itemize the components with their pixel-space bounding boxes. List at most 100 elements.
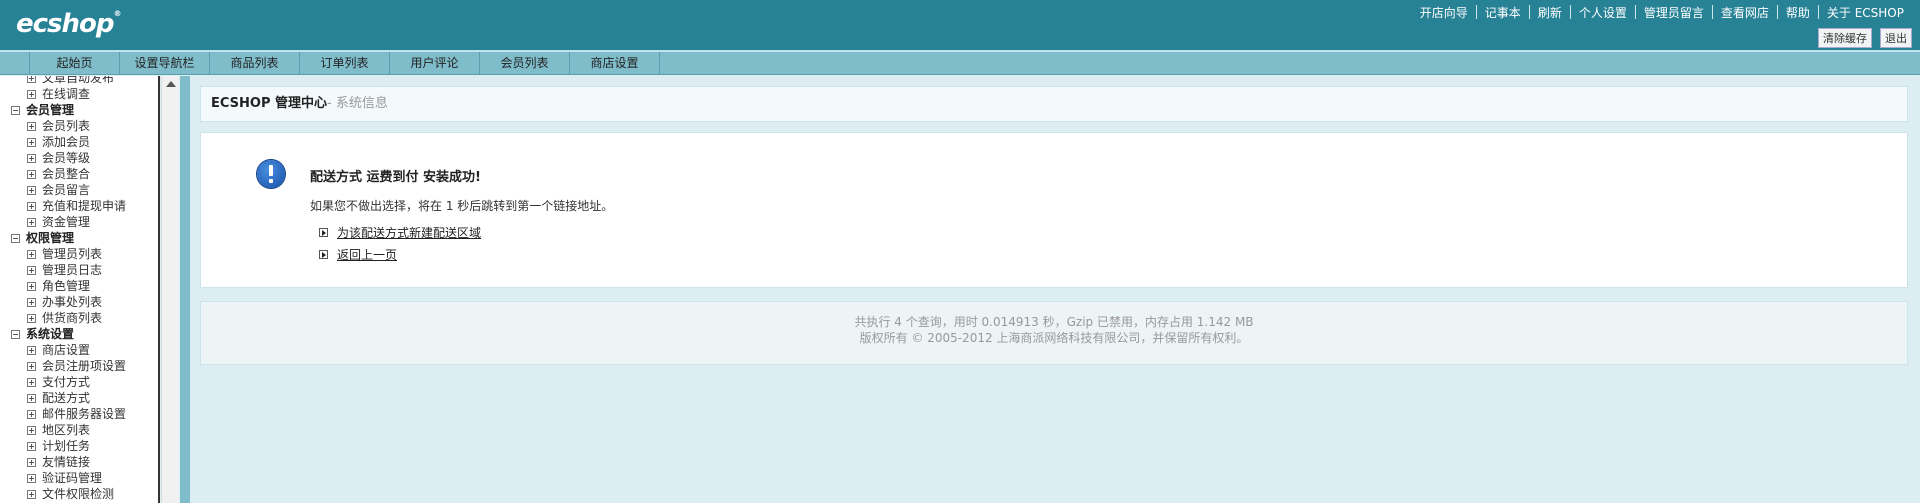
- sidebar-menu: 文章自动发布在线调查会员管理会员列表添加会员会员等级会员整合会员留言 充值和提现申…: [0, 76, 160, 502]
- nav-bar: 起始页 设置导航栏 商品列表 订单列表 用户评论 会员列表 商店设置: [0, 52, 1920, 75]
- tab-order-list[interactable]: 订单列表: [300, 52, 390, 75]
- expand-icon: [27, 201, 36, 211]
- top-link-view-shop[interactable]: 查看网店: [1713, 4, 1777, 21]
- sidebar-item-label: 管理员日志: [42, 263, 103, 277]
- sidebar-scrollbar[interactable]: [161, 76, 179, 503]
- sidebar-item[interactable]: 管理员列表: [0, 246, 160, 262]
- sidebar-item[interactable]: 办事处列表: [0, 294, 160, 310]
- sidebar-item[interactable]: 管理员日志: [0, 262, 160, 278]
- sidebar-group[interactable]: 权限管理: [0, 230, 160, 246]
- sidebar-item-label: 在线调查: [42, 87, 91, 101]
- sidebar-item[interactable]: 添加会员: [0, 134, 160, 150]
- sidebar-item-label: 验证码管理: [42, 471, 103, 485]
- sidebar-item[interactable]: 支付方式: [0, 374, 160, 390]
- page-title: ECSHOP 管理中心: [211, 96, 328, 111]
- expand-icon: [27, 121, 36, 131]
- top-link-help[interactable]: 帮助: [1778, 4, 1818, 21]
- message-links: 为该配送方式新建配送区域 返回上一页: [319, 221, 481, 265]
- collapse-icon: [11, 233, 20, 243]
- tab-shop-settings[interactable]: 商店设置: [570, 52, 660, 75]
- expand-icon: [27, 217, 36, 227]
- top-link-about[interactable]: 关于 ECSHOP: [1819, 4, 1912, 21]
- expand-icon: [27, 281, 36, 291]
- sidebar-item-label: 管理员列表: [42, 247, 103, 261]
- sidebar-item[interactable]: 商店设置: [0, 342, 160, 358]
- sidebar-item-label: 会员留言: [42, 183, 91, 197]
- collapse-icon: [11, 105, 20, 115]
- logo-text: ecshop: [16, 9, 115, 39]
- expand-icon: [27, 473, 36, 483]
- top-link-shop-wizard[interactable]: 开店向导: [1412, 4, 1476, 21]
- tab-user-comments[interactable]: 用户评论: [390, 52, 480, 75]
- info-exclamation-icon: [257, 160, 285, 188]
- go-back-link[interactable]: 返回上一页: [337, 246, 397, 263]
- sidebar-item-label: 办事处列表: [42, 295, 103, 309]
- scroll-up-arrow-icon[interactable]: [166, 81, 176, 87]
- sidebar-item-label: 角色管理: [42, 279, 91, 293]
- sidebar-item[interactable]: 充值和提现申请: [0, 198, 160, 214]
- sidebar-item[interactable]: 会员留言: [0, 182, 160, 198]
- message-text: 如果您不做出选择，将在 1 秒后跳转到第一个链接地址。: [310, 199, 614, 213]
- tab-start-page[interactable]: 起始页: [30, 52, 120, 75]
- sidebar-item-label: 会员管理: [26, 103, 75, 117]
- tab-member-list[interactable]: 会员列表: [480, 52, 570, 75]
- sidebar-item-label: 会员列表: [42, 119, 91, 133]
- expand-icon: [27, 185, 36, 195]
- expand-icon: [27, 153, 36, 163]
- sidebar-item[interactable]: 角色管理: [0, 278, 160, 294]
- list-item: 为该配送方式新建配送区域: [319, 221, 481, 243]
- sidebar-item[interactable]: 会员整合: [0, 166, 160, 182]
- sidebar-item[interactable]: 会员注册项设置: [0, 358, 160, 374]
- sidebar-item[interactable]: 供货商列表: [0, 310, 160, 326]
- footer-stats: 共执行 4 个查询，用时 0.014913 秒，Gzip 已禁用，内存占用 1.…: [854, 315, 1254, 329]
- sidebar-item[interactable]: 配送方式: [0, 390, 160, 406]
- top-link-admin-message[interactable]: 管理员留言: [1636, 4, 1712, 21]
- sidebar-item[interactable]: 在线调查: [0, 86, 160, 102]
- tab-goods-list[interactable]: 商品列表: [210, 52, 300, 75]
- new-shipping-area-link[interactable]: 为该配送方式新建配送区域: [337, 224, 481, 241]
- sidebar-group[interactable]: 会员管理: [0, 102, 160, 118]
- expand-icon: [27, 425, 36, 435]
- top-link-personal-settings[interactable]: 个人设置: [1571, 4, 1635, 21]
- sidebar-item-label: 配送方式: [42, 391, 91, 405]
- sidebar-item[interactable]: 文件权限检测: [0, 486, 160, 502]
- sidebar-item[interactable]: 计划任务: [0, 438, 160, 454]
- page-title-bar: ECSHOP 管理中心- 系统信息: [200, 86, 1908, 122]
- sidebar-item-label: 会员注册项设置: [42, 359, 127, 373]
- footer-copyright: 版权所有 © 2005-2012 上海商派网络科技有限公司，并保留所有权利。: [859, 331, 1249, 345]
- frame-divider[interactable]: [180, 76, 190, 503]
- expand-icon: [27, 313, 36, 323]
- sidebar-item-label: 计划任务: [42, 439, 91, 453]
- sidebar-item[interactable]: 邮件服务器设置: [0, 406, 160, 422]
- expand-icon: [27, 265, 36, 275]
- sidebar-item[interactable]: 友情链接: [0, 454, 160, 470]
- sidebar-item[interactable]: 会员列表: [0, 118, 160, 134]
- sidebar-item[interactable]: 地区列表: [0, 422, 160, 438]
- sidebar-item-label: 添加会员: [42, 135, 91, 149]
- expand-icon: [27, 441, 36, 451]
- sidebar-item[interactable]: 验证码管理: [0, 470, 160, 486]
- expand-icon: [27, 377, 36, 387]
- tab-nav-settings[interactable]: 设置导航栏: [120, 52, 210, 75]
- nav-lead: [0, 52, 30, 75]
- sidebar-item-label: 文章自动发布: [42, 76, 115, 85]
- sidebar-item-label: 会员整合: [42, 167, 91, 181]
- list-item: 返回上一页: [319, 243, 481, 265]
- top-link-notepad[interactable]: 记事本: [1477, 4, 1529, 21]
- top-buttons: 清除缓存 退出: [1818, 28, 1912, 48]
- ecshop-logo[interactable]: ecshop®: [16, 9, 122, 39]
- top-link-refresh[interactable]: 刷新: [1530, 4, 1570, 21]
- arrow-bullet-icon: [319, 249, 328, 259]
- sidebar-item[interactable]: 会员等级: [0, 150, 160, 166]
- sidebar-item[interactable]: 资金管理: [0, 214, 160, 230]
- sidebar-item-label: 会员等级: [42, 151, 91, 165]
- page-subtitle: - 系统信息: [327, 96, 388, 111]
- clear-cache-button[interactable]: 清除缓存: [1818, 28, 1872, 48]
- expand-icon: [27, 297, 36, 307]
- logout-button[interactable]: 退出: [1880, 28, 1912, 48]
- sidebar-group[interactable]: 系统设置: [0, 326, 160, 342]
- message-box: 配送方式 运费到付 安装成功! 如果您不做出选择，将在 1 秒后跳转到第一个链接…: [200, 132, 1908, 288]
- expand-icon: [27, 137, 36, 147]
- sidebar-border: [158, 76, 160, 503]
- sidebar-item[interactable]: 文章自动发布: [0, 76, 160, 86]
